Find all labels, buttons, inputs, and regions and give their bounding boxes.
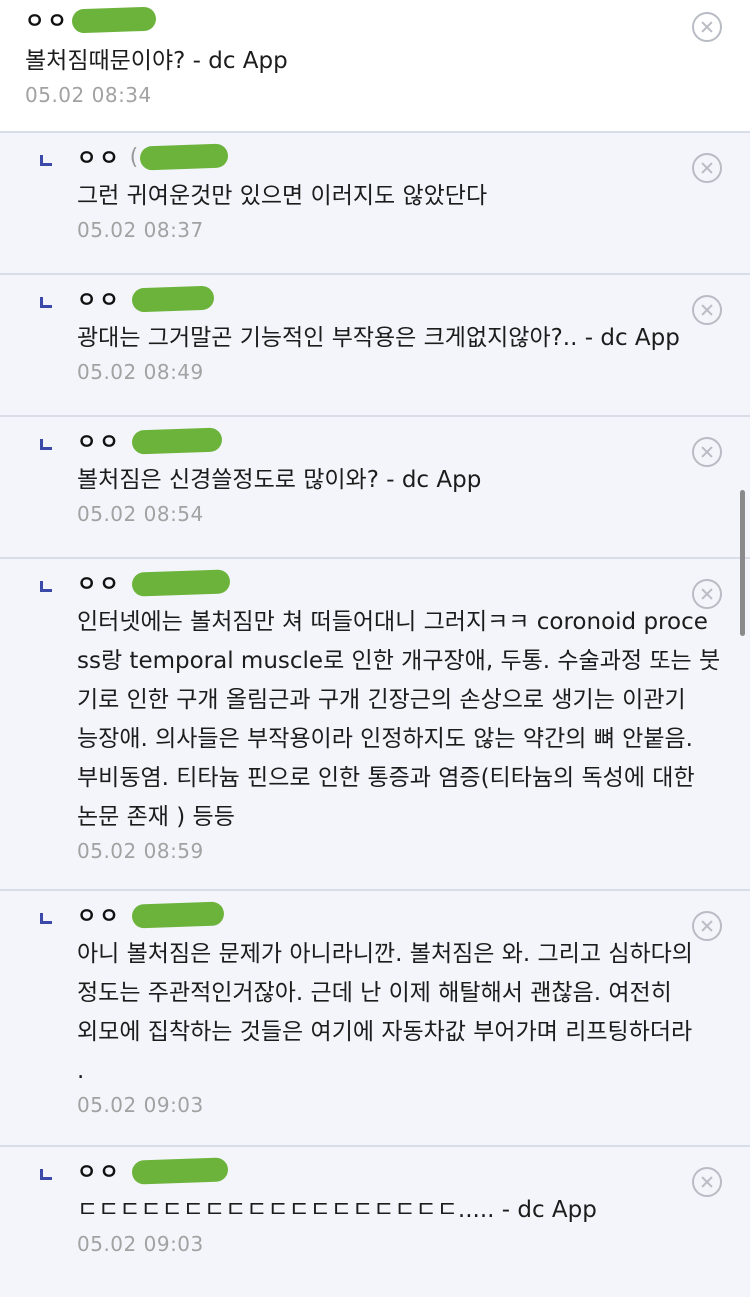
comment-item: ㅇㅇ 볼처짐때문이야? - dc App 05.02 08:34	[0, 0, 750, 133]
delete-comment-button[interactable]	[692, 12, 722, 42]
comment-text: 그런 귀여운것만 있으면 이러지도 않았단다	[77, 183, 488, 209]
reply-item: ㅇㅇ 인터넷에는 볼처짐만 쳐 떠들어대니 그러지ㅋㅋ coronoid pro…	[0, 559, 750, 891]
comment-date: 05.02 08:37	[77, 218, 204, 242]
comment-text: ㄷㄷㄷㄷㄷㄷㄷㄷㄷㄷㄷㄷㄷㄷㄷㄷㄷㄷ..... - dc App	[77, 1197, 597, 1223]
redacted-author-id	[131, 569, 231, 597]
reply-arrow-icon	[40, 155, 52, 166]
redacted-author-id	[139, 143, 229, 171]
comment-text: 인터넷에는 볼처짐만 쳐 떠들어대니 그러지ㅋㅋ coronoid proce …	[77, 609, 721, 830]
comment-author-line: ㅇㅇ	[77, 569, 750, 597]
comment-date: 05.02 08:59	[77, 839, 204, 863]
comment-date: 05.02 09:03	[77, 1232, 204, 1256]
comment-text: 광대는 그거말곤 기능적인 부작용은 크게없지않아?.. - dc App	[77, 325, 680, 351]
reply-arrow-icon	[40, 439, 52, 450]
reply-arrow-icon	[40, 1169, 52, 1180]
comment-text: 아니 볼처짐은 문제가 아니라니깐. 볼처짐은 와. 그리고 심하다의 정도는 …	[77, 941, 693, 1084]
reply-item: ㅇㅇ ㄷㄷㄷㄷㄷㄷㄷㄷㄷㄷㄷㄷㄷㄷㄷㄷㄷㄷ..... - dc App 05.0…	[0, 1147, 750, 1297]
delete-comment-button[interactable]	[692, 153, 722, 183]
delete-comment-button[interactable]	[692, 295, 722, 325]
redacted-author-id	[71, 6, 157, 34]
reply-item: ㅇㅇ 광대는 그거말곤 기능적인 부작용은 크게없지않아?.. - dc App…	[0, 275, 750, 417]
comment-author-line: ㅇㅇ	[77, 427, 750, 455]
redacted-author-id	[131, 427, 223, 455]
delete-comment-button[interactable]	[692, 579, 722, 609]
comment-author-line: ㅇㅇ	[77, 1157, 750, 1185]
comment-date: 05.02 09:03	[77, 1093, 204, 1117]
comment-author-paren: (	[129, 144, 139, 170]
comment-date: 05.02 08:34	[25, 83, 152, 107]
comment-author-line: ㅇㅇ	[77, 285, 750, 313]
redacted-author-id	[131, 285, 215, 313]
comment-author[interactable]: ㅇㅇ	[77, 284, 122, 314]
reply-item: ㅇㅇ ( 그런 귀여운것만 있으면 이러지도 않았단다 05.02 08:37	[0, 133, 750, 275]
scrollbar-thumb[interactable]	[740, 490, 745, 636]
reply-item: ㅇㅇ 아니 볼처짐은 문제가 아니라니깐. 볼처짐은 와. 그리고 심하다의 정…	[0, 891, 750, 1147]
reply-arrow-icon	[40, 913, 52, 924]
comment-author[interactable]: ㅇㅇ	[77, 426, 122, 456]
comment-date: 05.02 08:54	[77, 502, 204, 526]
reply-item: ㅇㅇ 볼처짐은 신경쓸정도로 많이와? - dc App 05.02 08:54	[0, 417, 750, 559]
comment-author-line: ㅇㅇ	[25, 6, 750, 34]
comment-author[interactable]: ㅇㅇ	[77, 142, 122, 172]
comment-author-line: ㅇㅇ (	[77, 143, 750, 171]
comment-author[interactable]: ㅇㅇ	[77, 900, 122, 930]
comment-author[interactable]: ㅇㅇ	[77, 568, 122, 598]
reply-arrow-icon	[40, 297, 52, 308]
comment-date: 05.02 08:49	[77, 360, 204, 384]
delete-comment-button[interactable]	[692, 1167, 722, 1197]
redacted-author-id	[131, 901, 225, 929]
comment-text: 볼처짐은 신경쓸정도로 많이와? - dc App	[77, 467, 482, 493]
comment-author[interactable]: ㅇㅇ	[25, 5, 70, 35]
comment-text: 볼처짐때문이야? - dc App	[25, 48, 288, 74]
delete-comment-button[interactable]	[692, 911, 722, 941]
redacted-author-id	[131, 1157, 229, 1185]
comment-author[interactable]: ㅇㅇ	[77, 1156, 122, 1186]
delete-comment-button[interactable]	[692, 437, 722, 467]
reply-arrow-icon	[40, 581, 52, 592]
comment-author-line: ㅇㅇ	[77, 901, 750, 929]
